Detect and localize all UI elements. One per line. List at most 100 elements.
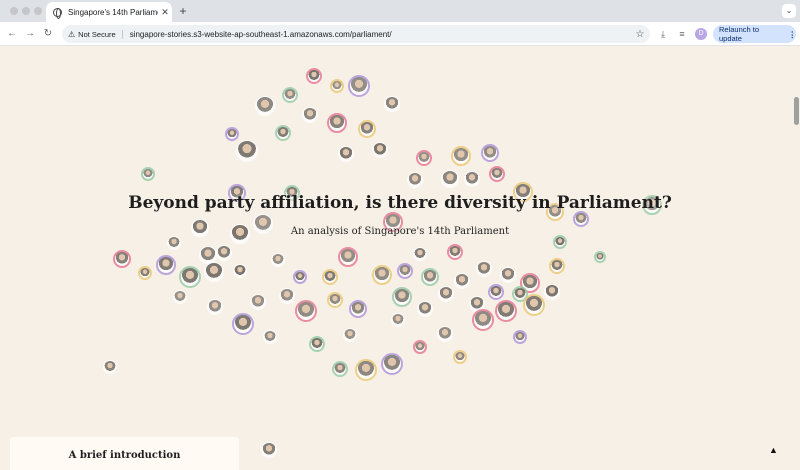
- mp-avatar[interactable]: [454, 273, 470, 289]
- mp-avatar[interactable]: [275, 125, 291, 141]
- mp-avatar[interactable]: [156, 255, 176, 275]
- mp-avatar[interactable]: [594, 251, 606, 263]
- mp-avatar[interactable]: [447, 244, 463, 260]
- mp-avatar[interactable]: [437, 326, 453, 342]
- close-tab-icon[interactable]: ✕: [158, 7, 172, 18]
- mp-avatar[interactable]: [216, 245, 232, 261]
- mp-avatar[interactable]: [553, 235, 567, 249]
- mp-avatar[interactable]: [549, 258, 565, 274]
- mp-avatar[interactable]: [489, 166, 505, 182]
- mp-avatar[interactable]: [355, 359, 377, 381]
- forward-icon[interactable]: →: [23, 27, 37, 41]
- menu-icon[interactable]: ⋮: [789, 30, 797, 39]
- mp-avatar[interactable]: [113, 250, 131, 268]
- tab-strip: Singapore's 14th Parliament ✕ + ⌄: [0, 0, 800, 22]
- url-text[interactable]: singapore-stories.s3-website-ap-southeas…: [130, 30, 630, 39]
- mp-avatar[interactable]: [372, 265, 392, 285]
- mp-avatar[interactable]: [413, 340, 427, 354]
- tab-active[interactable]: Singapore's 14th Parliament ✕: [46, 2, 172, 22]
- tab-search-icon[interactable]: ⌄: [782, 4, 796, 18]
- mp-avatar[interactable]: [338, 146, 354, 162]
- mp-avatar[interactable]: [232, 313, 254, 335]
- mp-avatar[interactable]: [282, 87, 298, 103]
- mp-avatar[interactable]: [453, 350, 467, 364]
- mp-avatar[interactable]: [250, 294, 266, 310]
- mp-avatar[interactable]: [451, 146, 471, 166]
- mp-avatar[interactable]: [372, 142, 388, 158]
- mp-avatar[interactable]: [295, 300, 317, 322]
- download-icon[interactable]: ⤓: [656, 27, 670, 41]
- mp-avatar[interactable]: [349, 300, 367, 318]
- mp-avatar[interactable]: [500, 267, 516, 283]
- window-minimize-dot[interactable]: [22, 7, 30, 15]
- mp-avatar[interactable]: [327, 113, 347, 133]
- mp-avatar[interactable]: [309, 336, 325, 352]
- mp-avatar[interactable]: [476, 261, 492, 277]
- mp-avatar[interactable]: [338, 247, 358, 267]
- mp-avatar[interactable]: [348, 75, 370, 97]
- mp-avatar[interactable]: [384, 96, 400, 112]
- profile-avatar[interactable]: D: [695, 28, 707, 40]
- mp-avatar[interactable]: [263, 330, 277, 344]
- mp-avatar[interactable]: [271, 253, 285, 267]
- mp-avatar[interactable]: [416, 150, 432, 166]
- mp-avatar[interactable]: [167, 236, 181, 250]
- new-tab-icon[interactable]: +: [176, 4, 190, 18]
- relaunch-button[interactable]: Relaunch to update ⋮: [713, 25, 796, 43]
- mp-avatar[interactable]: [513, 330, 527, 344]
- mp-avatar[interactable]: [173, 290, 187, 304]
- mp-avatar[interactable]: [306, 68, 322, 84]
- mp-avatar[interactable]: [391, 313, 405, 327]
- mp-avatar[interactable]: [523, 294, 545, 316]
- mp-avatar[interactable]: [417, 301, 433, 317]
- media-controls-icon[interactable]: ≡: [675, 27, 689, 41]
- window-zoom-dot[interactable]: [34, 7, 42, 15]
- mp-avatar[interactable]: [544, 284, 560, 300]
- mp-avatar[interactable]: [343, 328, 357, 342]
- mp-avatar[interactable]: [207, 299, 223, 315]
- mp-avatar[interactable]: [261, 442, 277, 458]
- mp-avatar[interactable]: [495, 300, 517, 322]
- address-bar[interactable]: ⚠ Not Secure singapore-stories.s3-websit…: [62, 25, 650, 43]
- mp-avatar[interactable]: [103, 360, 117, 374]
- mp-avatar[interactable]: [421, 268, 439, 286]
- mp-avatar[interactable]: [358, 120, 376, 138]
- mp-avatar[interactable]: [225, 127, 239, 141]
- mp-avatar[interactable]: [302, 107, 318, 123]
- mp-avatar[interactable]: [397, 263, 413, 279]
- mp-avatar[interactable]: [138, 266, 152, 280]
- mp-avatar[interactable]: [322, 269, 338, 285]
- mp-avatar[interactable]: [438, 286, 454, 302]
- mp-avatar[interactable]: [293, 270, 307, 284]
- mp-avatar[interactable]: [236, 140, 258, 162]
- page-scrollbar[interactable]: [794, 97, 799, 125]
- security-chip[interactable]: Not Secure: [78, 29, 123, 39]
- mp-avatar[interactable]: [141, 167, 155, 181]
- mp-avatar[interactable]: [327, 292, 343, 308]
- mp-avatar[interactable]: [279, 288, 295, 304]
- mp-avatar[interactable]: [179, 266, 201, 288]
- intro-card: A brief introduction: [10, 437, 239, 470]
- mp-avatar[interactable]: [255, 96, 275, 116]
- relaunch-label: Relaunch to update: [719, 25, 760, 43]
- mp-avatar[interactable]: [488, 284, 504, 300]
- browser-toolbar: ← → ↻ ⚠ Not Secure singapore-stories.s3-…: [0, 22, 800, 46]
- bookmark-star-icon[interactable]: ☆: [630, 29, 650, 40]
- mp-avatar[interactable]: [332, 361, 348, 377]
- mp-avatar[interactable]: [392, 287, 412, 307]
- mp-avatar[interactable]: [573, 211, 589, 227]
- reload-icon[interactable]: ↻: [41, 27, 55, 41]
- window-close-dot[interactable]: [10, 7, 18, 15]
- mp-avatar[interactable]: [472, 309, 494, 331]
- mp-avatar[interactable]: [381, 353, 403, 375]
- mp-avatar[interactable]: [407, 172, 423, 188]
- mp-avatar[interactable]: [481, 144, 499, 162]
- mp-avatar[interactable]: [330, 79, 344, 93]
- mp-avatar[interactable]: [413, 247, 427, 261]
- mp-avatar[interactable]: [204, 262, 224, 282]
- mp-avatar[interactable]: [233, 264, 247, 278]
- mp-avatar-cloud: [0, 47, 800, 470]
- back-icon[interactable]: ←: [5, 27, 19, 41]
- mp-avatar[interactable]: [441, 170, 459, 188]
- mp-avatar[interactable]: [464, 171, 480, 187]
